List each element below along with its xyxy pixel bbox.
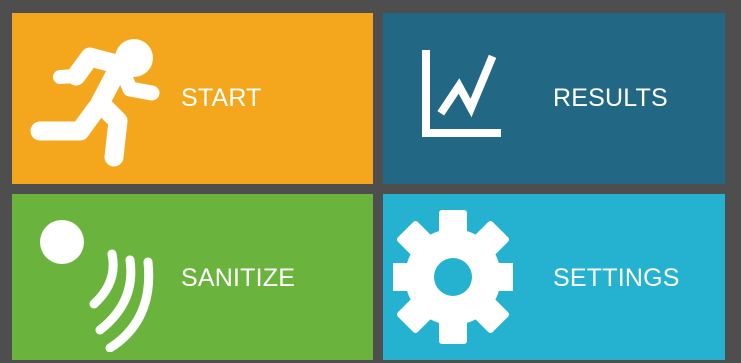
wave-signal-icon — [40, 220, 154, 352]
sanitize-tile[interactable]: SANITIZE — [12, 194, 373, 360]
gear-hole — [434, 258, 472, 296]
settings-tile[interactable]: SETTINGS — [383, 194, 725, 360]
settings-label: SETTINGS — [553, 264, 680, 292]
results-label: RESULTS — [553, 84, 668, 112]
start-tile[interactable]: START — [12, 13, 373, 184]
results-tile[interactable]: RESULTS — [383, 13, 725, 184]
main-menu-screen: START RESULTS SANITIZE SETTINGS — [0, 0, 741, 363]
start-label: START — [181, 84, 262, 112]
running-person-icon — [30, 39, 160, 167]
gear-icon — [393, 210, 513, 344]
line-chart-icon — [422, 50, 501, 137]
sanitize-label: SANITIZE — [181, 264, 296, 292]
